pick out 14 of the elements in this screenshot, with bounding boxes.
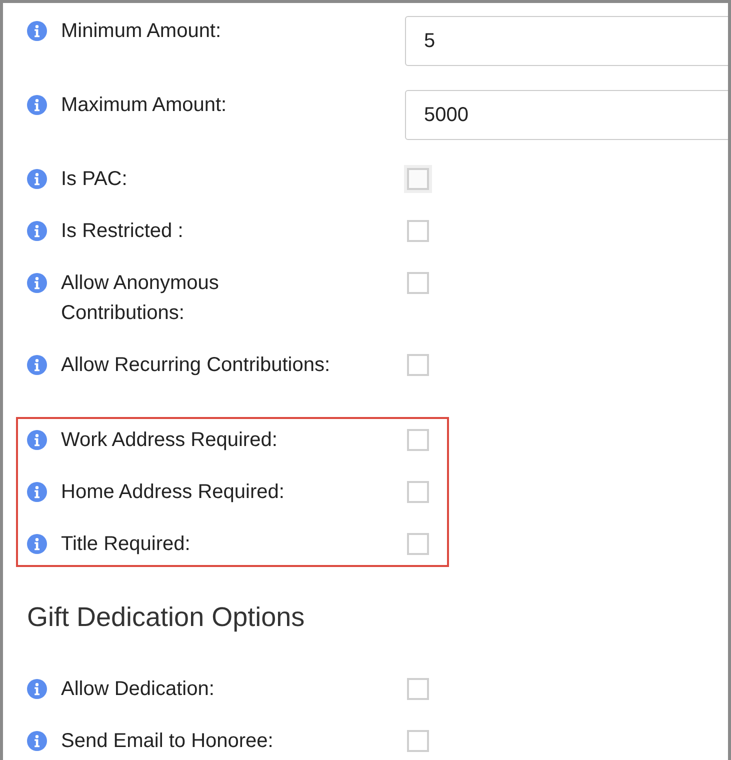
field-label: Title Required:: [61, 532, 192, 557]
field-label: Work Address Required:: [61, 428, 278, 453]
field-label: Is Restricted :: [61, 219, 184, 244]
field-label: Send Email to Honoree:: [61, 729, 274, 754]
field-label: Allow Dedication:: [61, 677, 216, 702]
field-label: Allow Anonymous Contributions:: [61, 271, 220, 326]
field-label: Home Address Required:: [61, 480, 286, 505]
field-label: Allow Recurring Contributions:: [61, 353, 332, 378]
field-label: Minimum Amount:: [61, 19, 222, 44]
field-label: Maximum Amount:: [61, 93, 228, 118]
input-field[interactable]: 5: [405, 16, 728, 66]
input-field[interactable]: 5000: [405, 90, 728, 140]
field-label: Is PAC:: [61, 167, 128, 192]
section-heading: Gift Dedication Options: [27, 601, 306, 634]
